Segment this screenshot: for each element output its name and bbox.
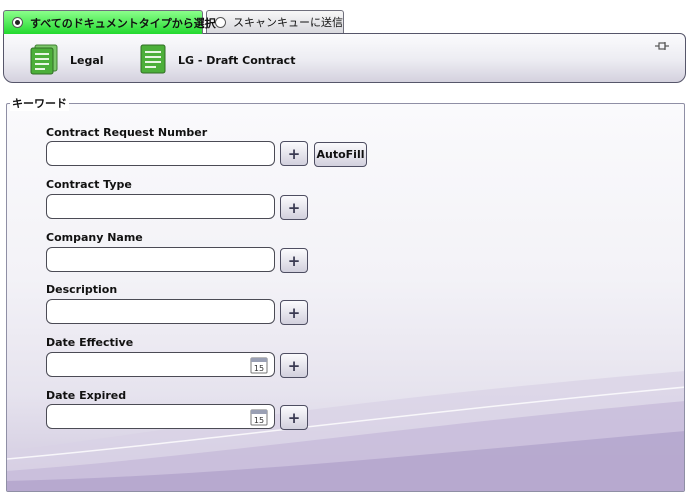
description-label: Description <box>46 283 118 296</box>
calendar-day-text: 15 <box>254 364 264 373</box>
keyword-group-legend: キーワード <box>10 95 69 111</box>
document-type-strip: Legal LG - Draft Contract <box>3 33 686 83</box>
tab-select-all-doc-types[interactable]: すべてのドキュメントタイプから選択 <box>3 10 216 34</box>
company-name-label: Company Name <box>46 231 143 244</box>
contract-request-number-input[interactable] <box>46 141 275 166</box>
contract-type-add-button[interactable]: + <box>280 195 308 220</box>
calendar-icon[interactable]: 15 <box>250 356 268 377</box>
autofill-button[interactable]: AutoFill <box>314 142 367 167</box>
company-name-input[interactable] <box>46 247 275 272</box>
radio-selected-icon[interactable] <box>12 17 23 28</box>
date-expired-add-button[interactable]: + <box>280 405 308 430</box>
date-effective-label: Date Effective <box>46 336 134 349</box>
date-effective-input[interactable]: 15 <box>46 352 275 377</box>
calendar-icon[interactable]: 15 <box>250 408 268 429</box>
tab-send-to-scan-queue[interactable]: スキャンキューに送信 <box>206 10 344 33</box>
company-name-add-button[interactable]: + <box>280 248 308 273</box>
contract-type-label: Contract Type <box>46 178 132 191</box>
calendar-day-text: 15 <box>254 416 264 425</box>
doc-type-label: LG - Draft Contract <box>178 54 296 67</box>
tab-label: すべてのドキュメントタイプから選択 <box>30 16 216 30</box>
doc-type-lg-draft-contract[interactable]: LG - Draft Contract <box>138 43 295 78</box>
date-expired-input[interactable]: 15 <box>46 404 275 429</box>
doc-type-label: Legal <box>70 54 104 67</box>
radio-unselected-icon[interactable] <box>215 16 226 28</box>
keyword-panel: Contract Request Number + AutoFill Contr… <box>6 103 685 492</box>
description-add-button[interactable]: + <box>280 300 308 325</box>
doc-type-legal[interactable]: Legal <box>28 43 104 78</box>
description-input[interactable] <box>46 299 275 324</box>
pin-icon[interactable] <box>655 41 669 56</box>
contract-request-number-add-button[interactable]: + <box>280 141 308 166</box>
contract-type-input[interactable] <box>46 194 275 219</box>
contract-request-number-label: Contract Request Number <box>46 126 208 139</box>
tab-label: スキャンキューに送信 <box>233 16 343 29</box>
document-stack-icon <box>28 43 60 78</box>
date-effective-add-button[interactable]: + <box>280 353 308 378</box>
date-expired-label: Date Expired <box>46 389 127 402</box>
document-icon <box>138 43 168 78</box>
